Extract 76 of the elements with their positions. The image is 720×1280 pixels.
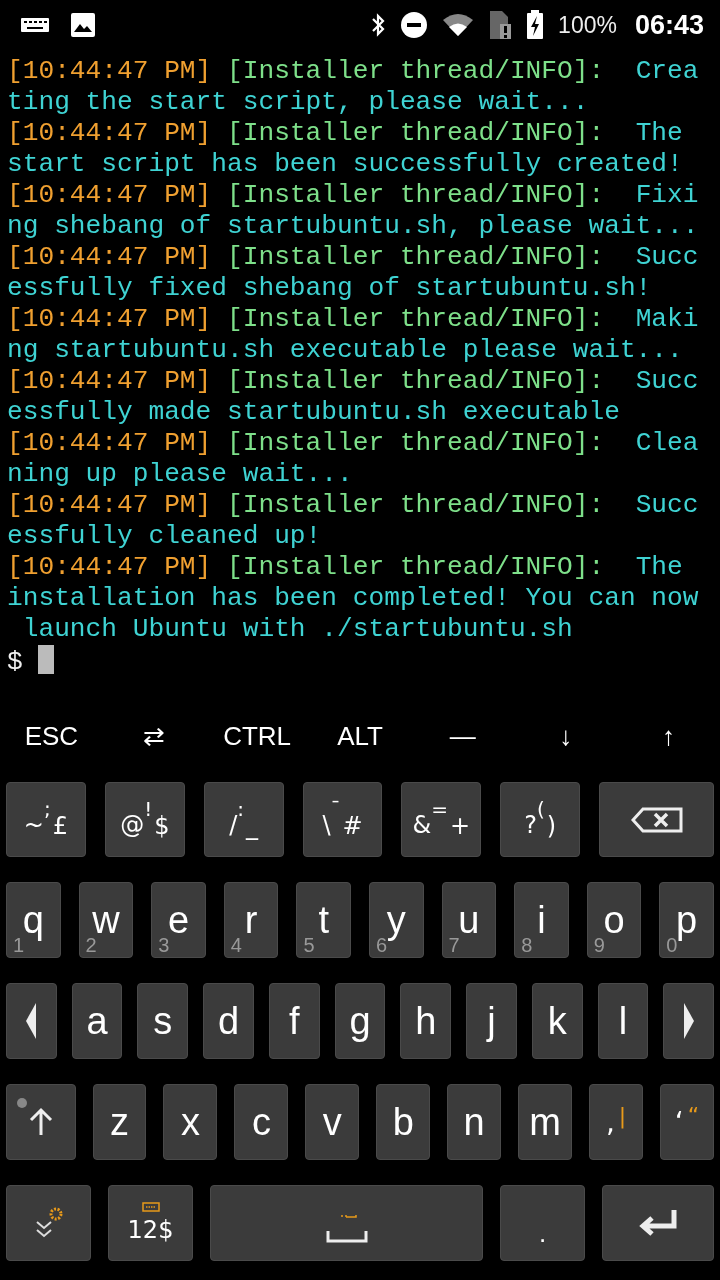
backspace-key[interactable] [599, 782, 715, 857]
do-not-disturb-icon [400, 11, 429, 39]
period-key[interactable]: . [500, 1185, 585, 1261]
symbol-key[interactable]: /: _ [203, 782, 284, 857]
log-line: [10:44:47 PM] [Installer thread/INFO]: The installation has been completed! You can now launch Ubuntu with ./startubuntu.sh [7, 552, 700, 645]
symbol-key[interactable]: ?( ) [500, 782, 581, 857]
image-icon [70, 12, 96, 38]
cursor-right-key[interactable] [663, 983, 715, 1059]
punctuation-key[interactable]: ,| [589, 1084, 644, 1160]
extra-key[interactable]: — [411, 706, 515, 766]
letter-key[interactable]: v [305, 1084, 360, 1160]
keyboard-icon [141, 1202, 160, 1212]
punctuation-key[interactable]: ‘“ [660, 1084, 714, 1160]
sim-alert-icon [488, 10, 513, 40]
right-triangle-icon [681, 1001, 696, 1041]
letter-key[interactable]: z [92, 1084, 147, 1160]
log-line: [10:44:47 PM] [Installer thread/INFO]: The start script has been successfully created! [7, 118, 684, 180]
extra-key[interactable]: ALT [308, 706, 412, 766]
letter-key[interactable]: s [137, 983, 189, 1059]
extra-key[interactable]: CTRL [205, 706, 309, 766]
enter-key[interactable] [602, 1185, 714, 1261]
letter-key[interactable]: j [466, 983, 517, 1059]
letter-key[interactable]: x [163, 1084, 218, 1160]
letter-key[interactable]: r 4 [223, 882, 279, 958]
letter-key[interactable]: n [447, 1084, 502, 1160]
symbol-key[interactable]: \¯ # [302, 782, 383, 857]
log-line: [10:44:47 PM] [Installer thread/INFO]: Creating the start script, please wait... [7, 56, 700, 118]
battery-percentage: 100% [558, 11, 617, 39]
left-triangle-icon [24, 1001, 39, 1041]
log-line: [10:44:47 PM] [Installer thread/INFO]: Successfully cleaned up! [7, 490, 700, 552]
extra-key[interactable]: ⇄ [102, 706, 206, 766]
letter-key[interactable]: e 3 [151, 882, 206, 958]
symbol-key[interactable]: @! $ [104, 782, 185, 857]
keyboard-icon [20, 15, 50, 35]
log-line: [10:44:47 PM] [Installer thread/INFO]: Successfully made startubuntu.sh executable [7, 366, 700, 428]
shift-key[interactable] [6, 1084, 76, 1160]
extra-key[interactable]: ESC [0, 706, 103, 766]
letter-key[interactable]: o 9 [586, 882, 642, 958]
symbol-key[interactable]: &= + [401, 782, 482, 857]
indicator-dot-icon [17, 1098, 27, 1108]
enter-icon [638, 1208, 678, 1238]
letter-key[interactable]: y 6 [368, 882, 424, 958]
letter-key[interactable]: f [268, 983, 320, 1059]
letter-key[interactable]: b [376, 1084, 431, 1160]
letter-key[interactable]: u 7 [441, 882, 497, 958]
letter-key[interactable]: k [531, 983, 583, 1059]
extra-key[interactable]: ↑ [617, 706, 720, 766]
letter-key[interactable]: w 2 [78, 882, 134, 958]
letter-key[interactable]: a [71, 983, 123, 1059]
log-line: [10:44:47 PM] [Installer thread/INFO]: Successfully fixed shebang of startubuntu.sh! [7, 242, 700, 304]
clock: 06:43 [634, 9, 704, 41]
letter-key[interactable]: l [597, 983, 649, 1059]
log-line: [10:44:47 PM] [Installer thread/INFO]: Fixing shebang of startubuntu.sh, please wait... [7, 180, 700, 242]
shell-prompt: $ [7, 647, 23, 677]
backspace-icon [630, 806, 683, 833]
letter-key[interactable]: p 0 [659, 882, 714, 958]
wifi-icon [442, 13, 475, 37]
letter-key[interactable]: i 8 [514, 882, 569, 958]
cursor-left-key[interactable] [6, 983, 57, 1059]
letter-key[interactable]: h [400, 983, 452, 1059]
letter-key[interactable]: m [518, 1084, 573, 1160]
letter-key[interactable]: d [203, 983, 254, 1059]
space-bar-icon [325, 1213, 368, 1245]
log-line: [10:44:47 PM] [Installer thread/INFO]: Cleaning up please wait... [7, 428, 700, 490]
log-line: [10:44:47 PM] [Installer thread/INFO]: Making startubuntu.sh executable please wait... [7, 304, 700, 366]
battery-charging-icon [526, 10, 545, 40]
bluetooth-icon [370, 12, 387, 38]
letter-key[interactable]: q 1 [6, 882, 61, 958]
letter-key[interactable]: g [334, 983, 386, 1059]
hide-keyboard-key[interactable] [6, 1185, 91, 1261]
letter-key[interactable]: t 5 [296, 882, 351, 958]
symbol-key[interactable]: ~; £ [6, 782, 86, 857]
letter-key[interactable]: c [234, 1084, 289, 1160]
extra-key[interactable]: ↓ [514, 706, 618, 766]
numbers-key[interactable]: 12$ [108, 1185, 193, 1261]
up-arrow-icon [28, 1107, 53, 1137]
